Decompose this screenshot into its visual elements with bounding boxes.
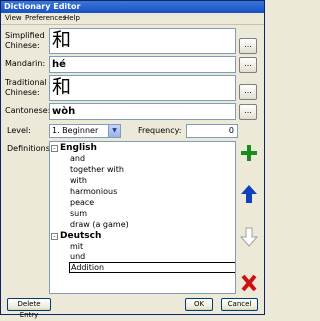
move-up-icon[interactable]: [240, 184, 258, 204]
simplified-label-line2: Chinese:: [5, 41, 40, 50]
tree-item[interactable]: mit: [70, 242, 83, 252]
traditional-label-line1: Traditional: [5, 78, 47, 87]
delete-icon[interactable]: [240, 273, 258, 293]
menu-view[interactable]: View: [5, 13, 22, 24]
collapse-english-icon[interactable]: -: [51, 145, 58, 152]
level-select[interactable]: 1. Beginner ▼: [49, 124, 121, 138]
simplified-label-line1: Simplified: [5, 31, 45, 40]
cantonese-label: Cantonese:: [5, 106, 51, 115]
move-down-icon[interactable]: [240, 227, 258, 247]
dictionary-editor-window: Dictionary Editor View Preferences Help …: [0, 0, 265, 319]
cantonese-browse-button[interactable]: ...: [239, 104, 257, 120]
tree-item[interactable]: sum: [70, 209, 87, 219]
frequency-field[interactable]: 0: [186, 124, 238, 138]
traditional-chinese-field[interactable]: 和: [49, 75, 236, 101]
tree-group-english[interactable]: English: [60, 143, 97, 153]
level-select-value: 1. Beginner: [52, 126, 99, 135]
add-icon[interactable]: [240, 143, 258, 163]
simplified-label: Simplified Chinese:: [5, 31, 45, 51]
tree-item[interactable]: peace: [70, 198, 94, 208]
level-label: Level:: [7, 126, 31, 135]
tree-item[interactable]: und: [70, 252, 85, 262]
tree-item[interactable]: with: [70, 176, 87, 186]
mandarin-browse-button[interactable]: ...: [239, 57, 257, 73]
traditional-label-line2: Chinese:: [5, 88, 40, 97]
cantonese-field[interactable]: wòh: [49, 103, 236, 120]
simplified-browse-button[interactable]: ...: [239, 38, 257, 54]
traditional-browse-button[interactable]: ...: [239, 84, 257, 100]
definitions-tree[interactable]: - English and together with with harmoni…: [49, 141, 236, 294]
definitions-label: Definitions:: [7, 144, 53, 153]
simplified-chinese-field[interactable]: 和: [49, 28, 236, 54]
cancel-button[interactable]: Cancel: [221, 298, 258, 311]
tree-item[interactable]: together with: [70, 165, 124, 175]
tree-group-deutsch[interactable]: Deutsch: [60, 231, 101, 241]
tree-item[interactable]: and: [70, 154, 85, 164]
delete-entry-button[interactable]: Delete Entry: [7, 298, 51, 319]
menu-help[interactable]: Help: [64, 13, 80, 24]
mandarin-label: Mandarin:: [5, 59, 46, 68]
window-title: Dictionary Editor: [1, 1, 264, 13]
chevron-down-icon[interactable]: ▼: [108, 125, 120, 137]
frequency-label: Frequency:: [138, 126, 182, 135]
collapse-deutsch-icon[interactable]: -: [51, 233, 58, 240]
traditional-label: Traditional Chinese:: [5, 78, 47, 98]
ok-button[interactable]: OK: [185, 298, 213, 311]
menu-bar: View Preferences Help: [1, 13, 264, 25]
definition-edit-input[interactable]: Addition: [69, 262, 235, 273]
menu-preferences[interactable]: Preferences: [25, 13, 66, 24]
tree-item[interactable]: harmonious: [70, 187, 117, 197]
mandarin-field[interactable]: hé: [49, 56, 236, 73]
tree-item[interactable]: draw (a game): [70, 220, 129, 230]
